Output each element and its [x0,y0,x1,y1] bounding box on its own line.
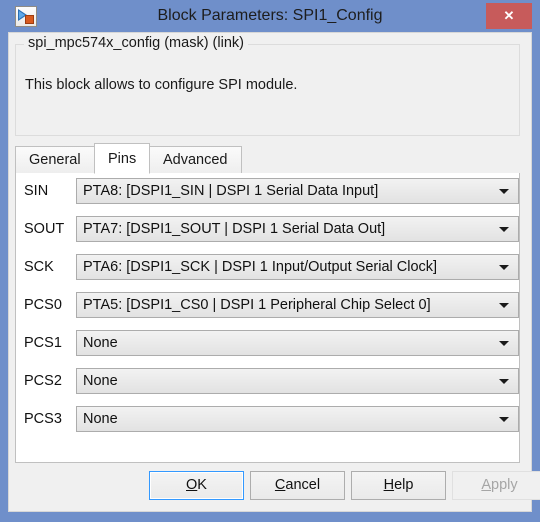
tab-panel-pins: SIN PTA8: [DSPI1_SIN | DSPI 1 Serial Data… [15,173,520,463]
pin-label-pcs2: PCS2 [24,373,62,389]
chevron-down-icon [499,303,509,308]
block-description-legend: spi_mpc574x_config (mask) (link) [24,35,248,51]
tab-label: Advanced [163,152,228,168]
pin-select-pcs1[interactable]: None [76,330,519,356]
block-description-group: spi_mpc574x_config (mask) (link) This bl… [15,35,520,136]
ok-button[interactable]: OK [149,471,244,500]
pin-select-pcs0[interactable]: PTA5: [DSPI1_CS0 | DSPI 1 Peripheral Chi… [76,292,519,318]
window-title: Block Parameters: SPI1_Config [157,7,383,24]
pin-label-pcs3: PCS3 [24,411,62,427]
pin-select-sout[interactable]: PTA7: [DSPI1_SOUT | DSPI 1 Serial Data O… [76,216,519,242]
chevron-down-icon [499,341,509,346]
chevron-down-icon [499,265,509,270]
pin-select-sin[interactable]: PTA8: [DSPI1_SIN | DSPI 1 Serial Data In… [76,178,519,204]
pin-select-pcs2[interactable]: None [76,368,519,394]
tab-advanced[interactable]: Advanced [149,146,242,173]
tab-pins[interactable]: Pins [94,143,151,174]
pin-select-value: None [83,411,118,427]
dialog-window: Block Parameters: SPI1_Config ✕ spi_mpc5… [0,0,540,522]
pin-row: PCS0 PTA5: [DSPI1_CS0 | DSPI 1 Peripheral… [16,290,521,320]
pin-label-sck: SCK [24,259,54,275]
pin-row: PCS1 None [16,328,521,358]
chevron-down-icon [499,417,509,422]
pin-select-value: None [83,373,118,389]
pin-select-value: PTA6: [DSPI1_SCK | DSPI 1 Input/Output S… [83,259,438,275]
pin-select-value: PTA7: [DSPI1_SOUT | DSPI 1 Serial Data O… [83,221,386,237]
dialog-button-bar: OK Cancel Help Apply [9,471,540,511]
pin-label-sin: SIN [24,183,49,199]
pin-label-pcs0: PCS0 [24,297,62,313]
chevron-down-icon [499,379,509,384]
apply-button: Apply [452,471,540,500]
tab-label: Pins [108,151,137,167]
pin-label-pcs1: PCS1 [24,335,62,351]
pin-row: PCS3 None [16,404,521,434]
chevron-down-icon [499,189,509,194]
pin-row: SIN PTA8: [DSPI1_SIN | DSPI 1 Serial Data… [16,176,521,206]
help-button[interactable]: Help [351,471,446,500]
pin-row: SOUT PTA7: [DSPI1_SOUT | DSPI 1 Serial Da… [16,214,521,244]
title-bar: Block Parameters: SPI1_Config ✕ [0,0,540,32]
tab-label: General [29,152,81,168]
tab-general[interactable]: General [15,146,95,173]
chevron-down-icon [499,227,509,232]
pin-row: SCK PTA6: [DSPI1_SCK | DSPI 1 Input/Outpu… [16,252,521,282]
pin-select-value: PTA5: [DSPI1_CS0 | DSPI 1 Peripheral Chi… [83,297,431,313]
pin-row: PCS2 None [16,366,521,396]
pin-select-value: PTA8: [DSPI1_SIN | DSPI 1 Serial Data In… [83,183,379,199]
pin-label-sout: SOUT [24,221,65,237]
simulink-block-icon [15,6,37,27]
pin-select-pcs3[interactable]: None [76,406,519,432]
tab-strip: General Pins Advanced [15,143,520,174]
dialog-client-area: spi_mpc574x_config (mask) (link) This bl… [8,32,540,512]
pin-select-sck[interactable]: PTA6: [DSPI1_SCK | DSPI 1 Input/Output S… [76,254,519,280]
cancel-button[interactable]: Cancel [250,471,345,500]
close-icon[interactable]: ✕ [486,3,532,29]
block-description-text: This block allows to configure SPI modul… [25,77,298,93]
pin-select-value: None [83,335,118,351]
